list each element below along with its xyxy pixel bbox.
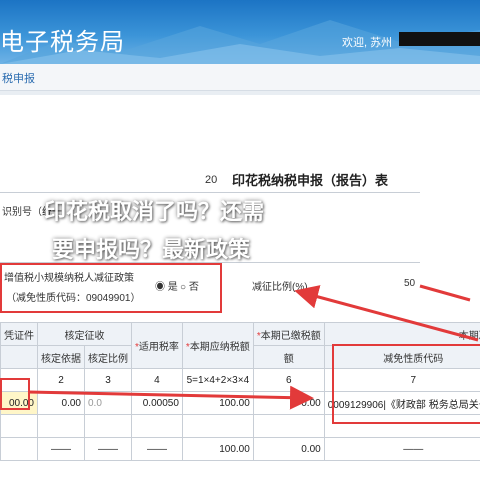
- annotation-arrows: [27, 284, 479, 410]
- arrow-to-relief-code: [27, 385, 314, 410]
- arrow-to-ratio-tail: [419, 284, 471, 302]
- arrow-to-ratio: [294, 285, 479, 342]
